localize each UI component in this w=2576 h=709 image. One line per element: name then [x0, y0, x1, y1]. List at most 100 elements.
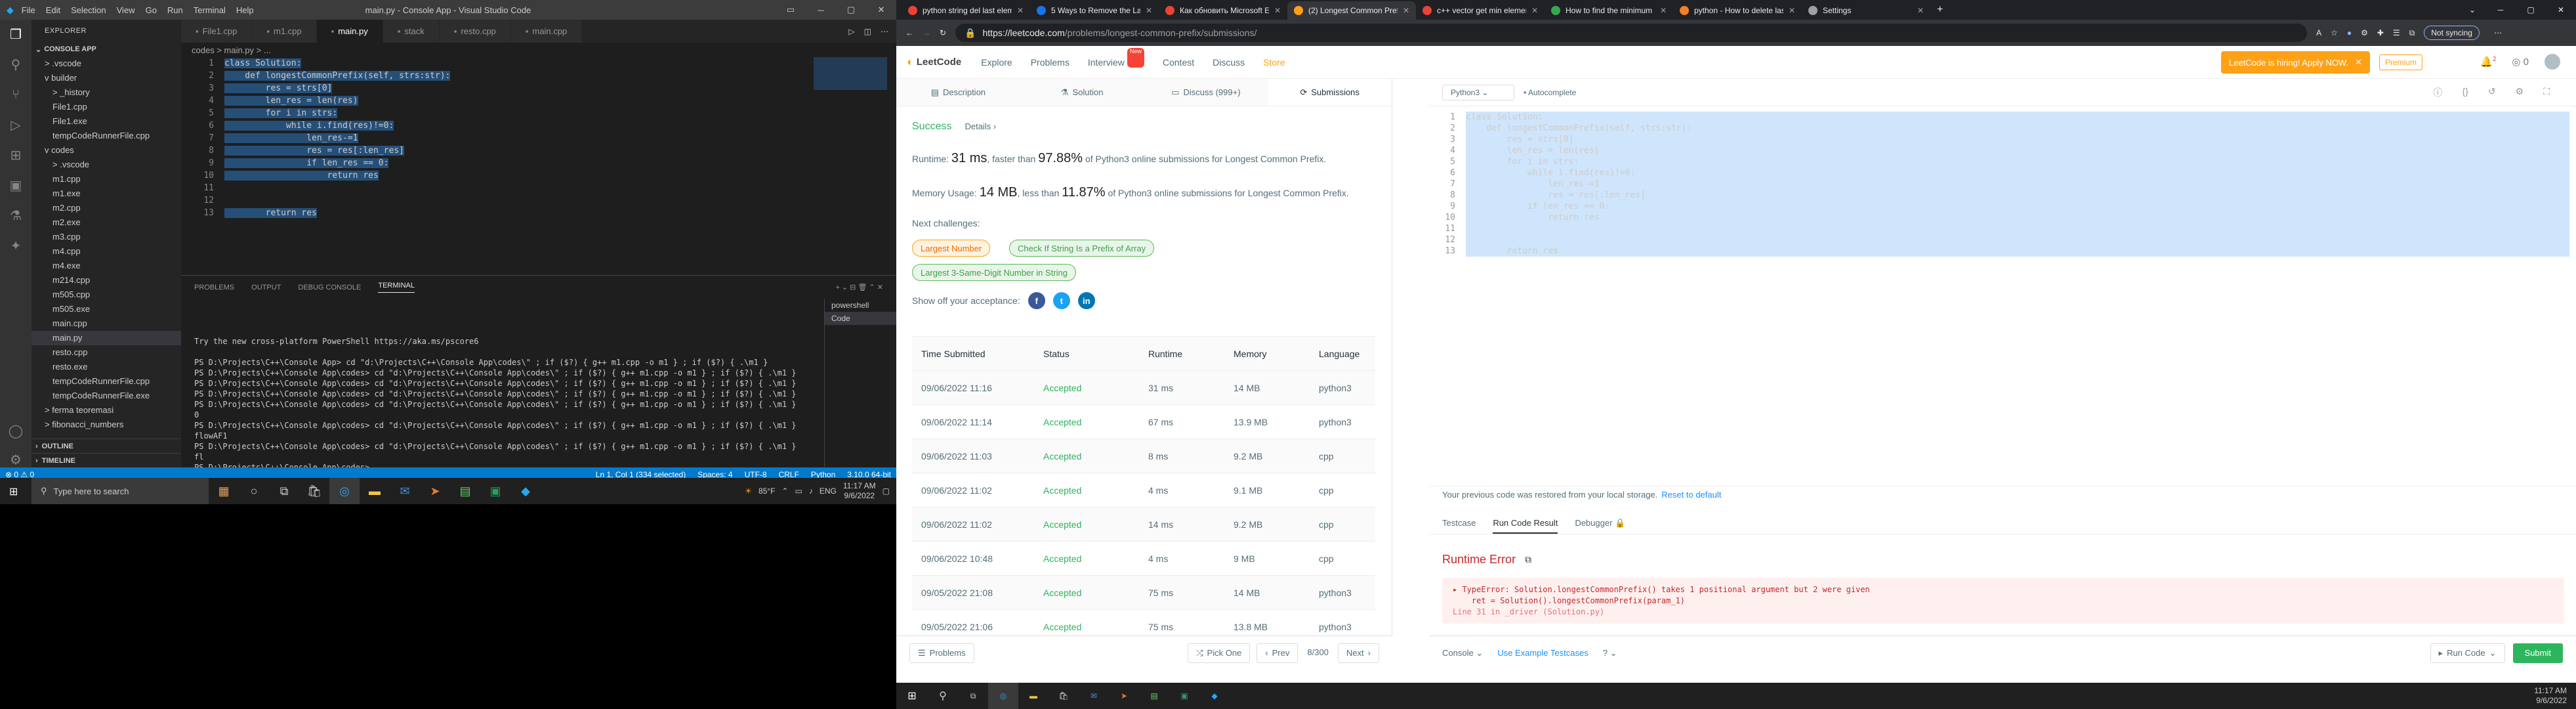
submit-button[interactable]: Submit [2512, 643, 2563, 663]
task-view-icon[interactable]: ⧉ [958, 691, 988, 701]
status-link[interactable]: Accepted [1043, 451, 1148, 462]
maximize-button[interactable]: ▢ [2516, 0, 2546, 20]
browser-tab[interactable]: 5 Ways to Remove the Last Cha ✕ [1030, 1, 1159, 20]
browser-tab[interactable]: (2) Longest Common Prefix - Le ✕ [1287, 1, 1416, 20]
tray-up-icon[interactable]: ⌃ [781, 486, 788, 496]
account-icon[interactable]: ◯ [8, 423, 24, 439]
code-line[interactable]: class Solution: [1466, 112, 2569, 123]
terminal-powershell[interactable]: powershell [825, 299, 896, 312]
close-icon[interactable]: ✕ [2355, 57, 2362, 68]
minimize-button[interactable]: ─ [806, 0, 836, 20]
table-row[interactable]: 09/06/2022 11:02 Accepted 14 ms 9.2 MB cpp [912, 507, 1375, 541]
store-icon[interactable]: 🛍 [299, 478, 329, 504]
new-tab-icon[interactable]: + [1937, 4, 1943, 16]
store-icon[interactable]: 🛍 [1049, 691, 1079, 700]
tree-item[interactable]: > .vscode [31, 158, 181, 172]
nav-explore[interactable]: Explore [981, 57, 1012, 68]
fullscreen-icon[interactable]: ⛶ [2543, 86, 2550, 99]
run-icon[interactable]: ▷ [848, 27, 854, 36]
table-row[interactable]: 09/06/2022 11:03 Accepted 8 ms 9.2 MB cpp [912, 439, 1375, 473]
code-line[interactable]: res = res[:len_res] [1466, 190, 2569, 201]
bookmark-star-icon[interactable]: ☆ [2331, 28, 2338, 37]
menu-item-file[interactable]: File [22, 5, 35, 15]
testing-icon[interactable]: ⚗ [8, 207, 24, 223]
menu-item-run[interactable]: Run [167, 5, 183, 15]
tab-run-code-result[interactable]: Run Code Result [1493, 518, 1558, 534]
tree-item[interactable]: tempCodeRunnerFile.exe [31, 389, 181, 403]
tree-item[interactable]: > .vscode [31, 56, 181, 71]
mail-icon[interactable]: ✉ [1079, 691, 1109, 700]
column-header[interactable]: Memory [1234, 349, 1319, 359]
tree-item[interactable]: m2.exe [31, 215, 181, 230]
folder-icon[interactable]: ▬ [1018, 691, 1049, 700]
browser-tab[interactable]: python - How to delete last item ✕ [1673, 1, 1802, 20]
challenge-prefix-of-array[interactable]: Check If String Is a Prefix of Array [1009, 240, 1155, 257]
explorer-icon[interactable]: ❐ [8, 26, 24, 42]
table-row[interactable]: 09/05/2022 21:08 Accepted 75 ms 14 MB python… [912, 575, 1375, 609]
workspace-section[interactable]: ⌄ CONSOLE APP [31, 42, 181, 56]
autocomplete-toggle[interactable]: • Autocomplete [1524, 88, 1576, 97]
avatar[interactable] [2545, 54, 2560, 70]
tree-item[interactable]: resto.exe [31, 360, 181, 374]
tree-item[interactable]: m4.exe [31, 259, 181, 273]
tree-item[interactable]: m1.exe [31, 186, 181, 201]
reset-default-link[interactable]: Reset to default [1661, 490, 1721, 500]
tab-file1-cpp[interactable]: ▪ File1.cpp [181, 20, 253, 43]
status-link[interactable]: Accepted [1043, 622, 1148, 632]
nav-problems[interactable]: Problems [1031, 57, 1070, 68]
address-bar[interactable]: 🔒 https://leetcode.com/problems/longest-… [955, 24, 2308, 42]
vscode-taskbar-icon[interactable]: ◆ [510, 478, 541, 504]
status-link[interactable]: Accepted [1043, 485, 1148, 496]
run-debug-icon[interactable]: ▷ [8, 117, 24, 133]
close-tab-icon[interactable]: ✕ [1403, 6, 1409, 15]
edge-icon[interactable]: ◎ [329, 478, 360, 504]
tab-m1-cpp[interactable]: ▪ m1.cpp [252, 20, 317, 43]
table-row[interactable]: 09/06/2022 10:48 Accepted 4 ms 9 MB cpp [912, 541, 1375, 575]
volume-icon[interactable]: ♪ [809, 486, 813, 496]
more-icon[interactable]: ⋯ [881, 27, 888, 36]
nav-discuss[interactable]: Discuss [1213, 57, 1245, 68]
telegram-icon[interactable]: ➤ [1109, 691, 1139, 700]
copy-icon[interactable]: ⧉ [1525, 554, 1531, 565]
tree-item[interactable]: m505.exe [31, 302, 181, 316]
search-icon[interactable]: ⚲ [8, 56, 24, 72]
help-icon[interactable]: ? ⌄ [1603, 648, 1617, 658]
column-header[interactable]: Time Submitted [912, 349, 1043, 359]
puzzle-icon[interactable]: ✚ [2377, 28, 2384, 37]
column-header[interactable]: Language [1319, 349, 1375, 359]
linkedin-icon[interactable]: in [1077, 292, 1095, 309]
tab-main-cpp[interactable]: ▪ main.cpp [510, 20, 583, 43]
page-indicator[interactable]: 8/300 [1304, 643, 1331, 663]
notification-icon[interactable]: ▢ [883, 486, 890, 496]
info-icon[interactable]: ⓘ [2434, 86, 2443, 99]
code-line[interactable]: return res [1466, 212, 2569, 223]
minimap[interactable] [814, 57, 887, 90]
details-link[interactable]: Details › [965, 121, 996, 131]
status-link[interactable]: Accepted [1043, 553, 1148, 564]
table-row[interactable]: 09/06/2022 11:16 Accepted 31 ms 14 MB python… [912, 370, 1375, 404]
folder-icon[interactable]: ▬ [360, 478, 390, 504]
more-icon[interactable]: ⋯ [2494, 28, 2502, 37]
facebook-icon[interactable]: f [1028, 292, 1045, 309]
sync-button[interactable]: Not syncing [2424, 26, 2480, 40]
code-line[interactable]: if len_res == 0: [224, 157, 450, 169]
premium-button[interactable]: Premium [2379, 54, 2422, 70]
tree-item[interactable]: main.py [31, 331, 181, 345]
browser-tab[interactable]: c++ vector get min element - ✕ [1416, 1, 1545, 20]
code-line[interactable]: return res [1466, 246, 2569, 257]
status-link[interactable]: Accepted [1043, 417, 1148, 427]
panel-tab-problems[interactable]: PROBLEMS [194, 284, 234, 291]
code-line[interactable]: len_res = len(res) [224, 95, 450, 107]
reset-icon[interactable]: ↺ [2488, 86, 2496, 99]
tab-submissions[interactable]: ⟳ Submissions [1268, 79, 1392, 106]
code-line[interactable] [1466, 234, 2569, 246]
tree-item[interactable]: resto.cpp [31, 345, 181, 360]
prev-button[interactable]: ‹ Prev [1257, 643, 1298, 663]
news-icon[interactable]: ▦ [209, 478, 239, 504]
example-testcases-link[interactable]: Use Example Testcases [1497, 648, 1589, 658]
tree-item[interactable]: m1.cpp [31, 172, 181, 186]
language-select[interactable]: Python3 ⌄ [1442, 84, 1514, 100]
extension-icon[interactable]: ● [2347, 28, 2352, 37]
tree-item[interactable]: > _history [31, 85, 181, 100]
language[interactable]: ENG [820, 486, 837, 496]
